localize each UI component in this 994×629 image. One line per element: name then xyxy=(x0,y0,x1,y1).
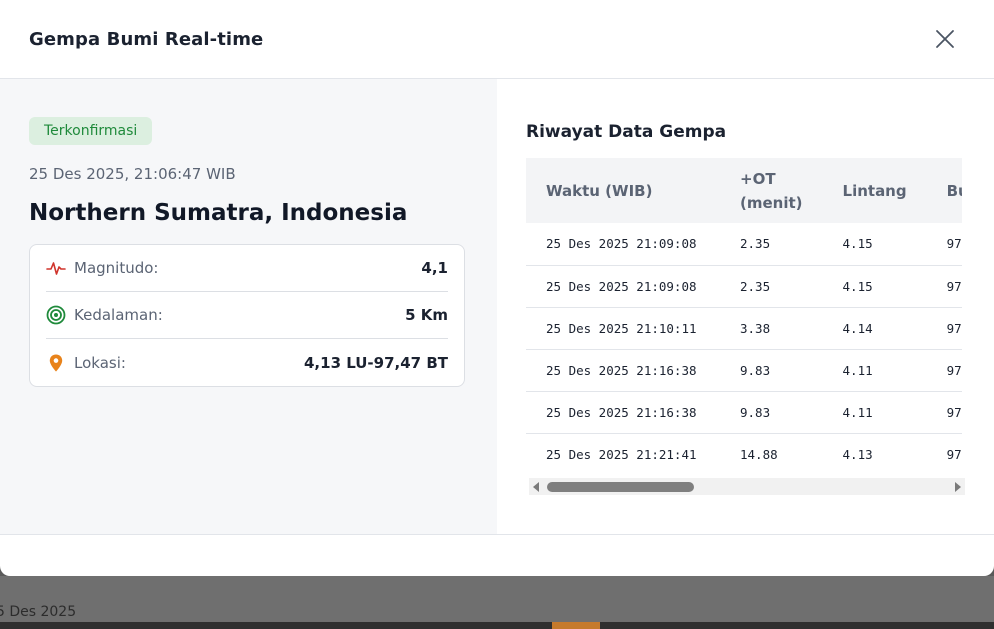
background-date-text: 5 Des 2025 xyxy=(0,604,77,620)
close-icon xyxy=(936,30,954,48)
modal-body: Terkonfirmasi 25 Des 2025, 21:06:47 WIB … xyxy=(0,79,994,535)
column-header-ot: +OT (menit) xyxy=(740,169,803,212)
background-accent-block xyxy=(552,622,600,629)
cell-longitude: 97.4 xyxy=(926,349,962,392)
magnitude-value: 4,1 xyxy=(421,259,448,277)
depth-value: 5 Km xyxy=(405,306,448,324)
cell-time: 25 Des 2025 21:10:11 xyxy=(526,307,720,350)
cell-ot: 2.35 xyxy=(720,265,823,308)
table-row: 25 Des 2025 21:09:082.354.1597.5 xyxy=(526,265,962,308)
detail-row-magnitude: Magnitudo: 4,1 xyxy=(46,245,448,292)
column-header-latitude: Lintang xyxy=(842,181,907,200)
modal-header: Gempa Bumi Real-time xyxy=(0,0,994,79)
cell-latitude: 4.13 xyxy=(842,446,873,462)
scroll-right-arrow-icon[interactable] xyxy=(955,482,961,492)
table-row: 25 Des 2025 21:21:41 14.88 4.13 97.4 xyxy=(526,433,962,475)
table-row: 25 Des 2025 21:09:082.354.1597.5 xyxy=(526,223,962,266)
table-row: 25 Des 2025 21:16:389.834.1197.4 xyxy=(526,349,962,392)
detail-label: Magnitudo: xyxy=(74,259,159,277)
cell-ot: 14.88 xyxy=(740,446,778,462)
event-details-card: Magnitudo: 4,1 Kedalaman: 5 Km Lokasi: 4… xyxy=(29,244,465,387)
detail-row-location: Lokasi: 4,13 LU-97,47 BT xyxy=(46,339,448,386)
cell-time: 25 Des 2025 21:09:08 xyxy=(526,265,720,308)
cell-ot: 9.83 xyxy=(720,349,823,392)
cell-latitude: 4.14 xyxy=(822,307,927,350)
cell-time: 25 Des 2025 21:21:41 xyxy=(546,446,697,462)
cell-latitude: 4.15 xyxy=(822,265,927,308)
cell-ot: 3.38 xyxy=(720,307,823,350)
cell-time: 25 Des 2025 21:16:38 xyxy=(526,391,720,434)
cell-latitude: 4.15 xyxy=(822,223,927,266)
earthquake-modal: Gempa Bumi Real-time Terkonfirmasi 25 De… xyxy=(0,0,994,576)
scrollbar-thumb[interactable] xyxy=(547,482,694,492)
history-table-container[interactable]: Waktu (WIB) +OT(menit) Lintang Bujur 25 … xyxy=(526,158,962,475)
cell-longitude: 97.4 xyxy=(926,391,962,434)
cell-time: 25 Des 2025 21:09:08 xyxy=(526,223,720,266)
cell-longitude: 97.4 xyxy=(946,446,962,462)
close-button[interactable] xyxy=(934,28,956,50)
column-header-longitude: Bujur xyxy=(946,181,962,200)
history-panel: Riwayat Data Gempa Waktu (WIB) +OT (menit… xyxy=(497,79,994,534)
history-title: Riwayat Data Gempa xyxy=(526,122,727,142)
cell-ot: 9.83 xyxy=(720,391,823,434)
cell-time: 25 Des 2025 21:16:38 xyxy=(526,349,720,392)
table-row: 25 Des 2025 21:16:389.834.1197.4 xyxy=(526,391,962,434)
cell-latitude: 4.11 xyxy=(822,349,927,392)
event-summary-panel: Terkonfirmasi 25 Des 2025, 21:06:47 WIB … xyxy=(0,79,497,534)
location-value: 4,13 LU-97,47 BT xyxy=(304,353,448,372)
scroll-left-arrow-icon[interactable] xyxy=(533,482,539,492)
cell-latitude: 4.11 xyxy=(822,391,927,434)
table-row: 25 Des 2025 21:10:113.384.1497.4 xyxy=(526,307,962,350)
table-header-row: Waktu (WIB) +OT(menit) Lintang Bujur xyxy=(526,158,962,223)
pulse-icon xyxy=(46,258,66,278)
target-icon xyxy=(46,305,66,325)
background-footer-bar xyxy=(0,622,994,629)
history-table: Waktu (WIB) +OT(menit) Lintang Bujur 25 … xyxy=(526,158,962,475)
status-badge: Terkonfirmasi xyxy=(29,117,153,145)
location-pin-icon xyxy=(46,353,66,373)
column-header-time: Waktu (WIB) xyxy=(546,181,653,200)
cell-longitude: 97.5 xyxy=(926,265,962,308)
horizontal-scrollbar[interactable] xyxy=(529,478,965,495)
event-region: Northern Sumatra, Indonesia xyxy=(29,200,408,226)
detail-row-depth: Kedalaman: 5 Km xyxy=(46,292,448,339)
cell-longitude: 97.4 xyxy=(926,307,962,350)
modal-title: Gempa Bumi Real-time xyxy=(29,28,264,50)
event-datetime: 25 Des 2025, 21:06:47 WIB xyxy=(29,165,236,183)
cell-ot: 2.35 xyxy=(720,223,823,266)
detail-label: Lokasi: xyxy=(74,353,126,372)
cell-longitude: 97.5 xyxy=(926,223,962,266)
detail-label: Kedalaman: xyxy=(74,306,163,324)
